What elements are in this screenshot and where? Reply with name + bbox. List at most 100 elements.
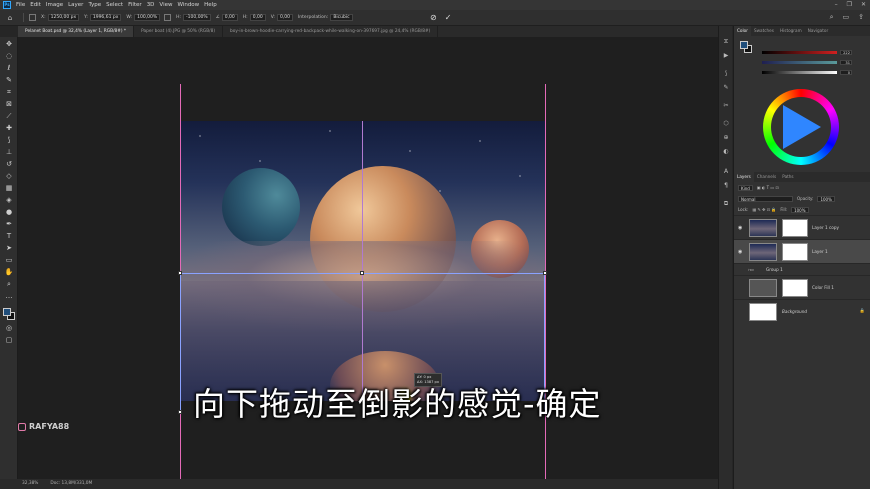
3d-icon[interactable]: ⬡ (722, 120, 730, 128)
width-field[interactable]: 100,00% (134, 14, 161, 21)
kind-filter-select[interactable]: Kind (738, 184, 753, 191)
transform-handle-top-left[interactable] (178, 271, 182, 275)
dodge-tool-icon[interactable]: ● (4, 208, 14, 217)
transform-handle-top-center[interactable] (360, 271, 364, 275)
transform-handle-bottom-left[interactable] (178, 410, 182, 414)
color-panel-fg-swatch[interactable] (740, 41, 748, 49)
history-icon[interactable]: ⧖ (722, 38, 730, 46)
tab-pelanet-boat[interactable]: Pelanet Boat.psd @ 32,4% (Layer 1, RGB/8… (18, 26, 135, 37)
red-value[interactable]: 222 (840, 50, 852, 55)
close-icon[interactable]: ✕ (861, 0, 866, 10)
v-skew-field[interactable]: 0,00 (276, 14, 293, 21)
menu-select[interactable]: Select (106, 2, 123, 8)
tab-layers[interactable]: Layers (734, 172, 754, 182)
workspace-icon[interactable]: ▭ (843, 13, 850, 22)
lasso-tool-icon[interactable]: ℓ (4, 64, 14, 73)
menu-help[interactable]: Help (204, 2, 217, 8)
foreground-color-swatch[interactable] (3, 308, 11, 316)
red-slider[interactable] (762, 51, 837, 54)
x-field[interactable]: 1250,00 px (47, 14, 80, 21)
eraser-tool-icon[interactable]: ◇ (4, 172, 14, 181)
menu-file[interactable]: File (16, 2, 25, 8)
color-wheel[interactable] (763, 89, 839, 165)
tab-navigator[interactable]: Navigator (805, 26, 832, 36)
interpolation-select[interactable]: Bicubic (330, 14, 353, 21)
hand-tool-icon[interactable]: ✋ (4, 268, 14, 277)
tab-color[interactable]: Color (734, 26, 751, 36)
paragraph-icon[interactable]: ¶ (722, 182, 730, 190)
clone-source-icon[interactable]: ⊕ (722, 134, 730, 142)
menu-view[interactable]: View (159, 2, 172, 8)
menu-edit[interactable]: Edit (30, 2, 41, 8)
pen-tool-icon[interactable]: ✒ (4, 220, 14, 229)
menu-3d[interactable]: 3D (147, 2, 155, 8)
character-icon[interactable]: A (722, 168, 730, 176)
layer-mask-thumbnail[interactable] (782, 243, 808, 261)
minimize-icon[interactable]: – (835, 0, 838, 10)
brush-presets-icon[interactable]: ✎ (722, 84, 730, 92)
gradient-tool-icon[interactable]: ▦ (4, 184, 14, 193)
zoom-tool-icon[interactable]: ⌕ (4, 280, 14, 289)
type-tool-icon[interactable]: T (4, 232, 14, 241)
menu-type[interactable]: Type (88, 2, 101, 8)
marquee-tool-icon[interactable]: ◌ (4, 52, 14, 61)
brush-tool-icon[interactable]: ⟆ (4, 136, 14, 145)
opacity-field[interactable]: 100% (817, 195, 835, 202)
blur-tool-icon[interactable]: ◈ (4, 196, 14, 205)
quick-select-tool-icon[interactable]: ✎ (4, 76, 14, 85)
menu-filter[interactable]: Filter (128, 2, 142, 8)
cancel-transform-icon[interactable]: ⊘ (430, 13, 437, 22)
screen-mode-icon[interactable]: ▢ (4, 336, 14, 345)
green-slider[interactable] (762, 61, 837, 64)
healing-tool-icon[interactable]: ✚ (4, 124, 14, 133)
commit-transform-icon[interactable]: ✓ (445, 13, 452, 22)
layer-row[interactable]: Background 🔒 (734, 299, 870, 323)
eyedropper-tool-icon[interactable]: ⟋ (4, 112, 14, 121)
stamp-tool-icon[interactable]: ⊥ (4, 148, 14, 157)
green-value[interactable]: 31 (840, 60, 852, 65)
menu-layer[interactable]: Layer (68, 2, 83, 8)
tab-swatches[interactable]: Swatches (751, 26, 777, 36)
history-brush-tool-icon[interactable]: ↺ (4, 160, 14, 169)
blend-mode-select[interactable]: Normal (738, 195, 793, 202)
frame-tool-icon[interactable]: ⊠ (4, 100, 14, 109)
menu-image[interactable]: Image (46, 2, 63, 8)
tab-channels[interactable]: Channels (754, 172, 779, 182)
layer-row-selected[interactable]: ◉ Layer 1 (734, 239, 870, 263)
h-skew-field[interactable]: 0,00 (249, 14, 266, 21)
color-triangle[interactable] (783, 105, 821, 149)
tab-histogram[interactable]: Histogram (777, 26, 805, 36)
move-tool-icon[interactable]: ✥ (4, 40, 14, 49)
crop-tool-icon[interactable]: ⌗ (4, 88, 14, 97)
shape-tool-icon[interactable]: ▭ (4, 256, 14, 265)
filter-icons[interactable]: ▣ ◐ T ▭ ⊡ (757, 185, 779, 190)
y-field[interactable]: 1996,61 px (89, 14, 122, 21)
path-select-tool-icon[interactable]: ➤ (4, 244, 14, 253)
tab-paths[interactable]: Paths (779, 172, 796, 182)
adjustments-icon[interactable]: ◐ (722, 148, 730, 156)
eye-icon[interactable]: ◉ (738, 249, 742, 255)
eye-icon[interactable]: ◉ (738, 225, 742, 231)
libraries-icon[interactable]: ⧉ (722, 200, 730, 208)
brush-settings-icon[interactable]: ⟆ (722, 70, 730, 78)
layer-row[interactable]: Color Fill 1 (734, 275, 870, 299)
share-icon[interactable]: ⇪ (858, 13, 864, 22)
home-icon[interactable]: ⌂ (0, 14, 20, 22)
menu-window[interactable]: Window (177, 2, 199, 8)
tab-boy-hoodie[interactable]: boy-in-brown-hoodie-carrying-red-backpac… (223, 26, 439, 37)
tools-icon[interactable]: ✂ (722, 102, 730, 110)
blue-value[interactable]: 0 (840, 70, 852, 75)
layer-row[interactable]: ◉ Layer 1 copy (734, 215, 870, 239)
quick-mask-icon[interactable]: ◎ (4, 324, 14, 333)
layer-mask-thumbnail[interactable] (782, 219, 808, 237)
more-tools-icon[interactable]: … (4, 292, 14, 301)
zoom-level[interactable]: 32,38% (22, 479, 38, 489)
height-field[interactable]: -100,00% (183, 14, 211, 21)
reference-point-icon[interactable] (29, 14, 36, 21)
angle-field[interactable]: 0,00 (221, 14, 238, 21)
restore-icon[interactable]: ❐ (847, 0, 852, 10)
layer-mask-thumbnail[interactable] (782, 279, 808, 297)
blue-slider[interactable] (762, 71, 837, 74)
lock-icons[interactable]: ▦ ✎ ✥ ⊡ 🔒 (752, 207, 776, 212)
link-icon[interactable] (164, 14, 172, 21)
